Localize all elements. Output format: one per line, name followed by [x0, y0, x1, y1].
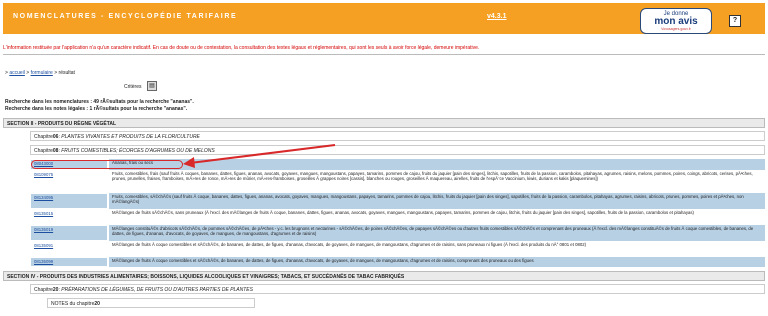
breadcrumb-accueil[interactable]: accueil: [9, 70, 25, 76]
breadcrumb-sep: >: [26, 70, 30, 76]
criteres-label: Critères: [124, 84, 142, 90]
chapter-header[interactable]: Chapitre08: FRUITS COMESTIBLES; ÉCORCES …: [30, 145, 765, 155]
breadcrumb-sep: >: [5, 70, 8, 76]
chapter-notes[interactable]: NOTES du chapitre20: [47, 298, 255, 308]
result-summary-nomenclatures: Recherche dans les nomenclatures : 49 rÃ…: [5, 99, 194, 105]
feedback-source: Voxusagers.gouv.fr: [661, 27, 691, 31]
row-description: MÃ©langes de fruits sÃ©chÃ©s, sans prune…: [108, 209, 765, 225]
app-title: NOMENCLATURES - ENCYCLOPÉDIE TARIFAIRE: [13, 13, 238, 20]
code-link[interactable]: 08109075: [34, 172, 53, 177]
code-link[interactable]: 08134095: [34, 195, 53, 200]
row-description: MÃ©langes de fruits Ã coque comestibles …: [108, 241, 765, 257]
code-link[interactable]: 08043000: [34, 161, 53, 166]
code-link[interactable]: 08135099: [34, 259, 53, 264]
criteria-print-icon[interactable]: ▤: [147, 81, 157, 91]
row-description: Fruits, comestibles, sÃ©chÃ©s (sauf frui…: [108, 193, 765, 209]
feedback-button[interactable]: Je donne mon avis Voxusagers.gouv.fr: [640, 8, 712, 34]
annotation-arrow: [183, 144, 336, 168]
chapter-header[interactable]: Chapitre20: PRÉPARATIONS DE LÉGUMES, DE …: [30, 284, 765, 294]
divider: [3, 54, 765, 55]
breadcrumb: > accueil > formulaire > résultat: [5, 70, 75, 76]
table-row: 08135015 MÃ©langes de fruits sÃ©chÃ©s, s…: [30, 209, 765, 225]
chapter-num: 08: [52, 148, 59, 154]
chapter-num: 20: [52, 287, 59, 293]
table-row: 08135019 MÃ©langes constituÃ©s d'abricot…: [30, 225, 765, 241]
row-description: MÃ©langes de fruits Ã coque comestibles …: [108, 257, 765, 267]
chapter-num: 06: [52, 134, 59, 140]
table-row: 08135099 MÃ©langes de fruits Ã coque com…: [30, 257, 765, 267]
table-row: 08043000 Ananas, frais ou secs: [30, 159, 765, 170]
breadcrumb-resultat: résultat: [58, 70, 75, 76]
breadcrumb-formulaire[interactable]: formulaire: [31, 70, 53, 76]
version-link[interactable]: v4.3.1: [487, 13, 506, 20]
code-link[interactable]: 08135091: [34, 243, 53, 248]
table-row: 08135091 MÃ©langes de fruits Ã coque com…: [30, 241, 765, 257]
table-row: 08134095 Fruits, comestibles, sÃ©chÃ©s (…: [30, 193, 765, 209]
disclaimer: L'information restituée par l'applicatio…: [3, 45, 480, 51]
chapter-header[interactable]: Chapitre06: PLANTES VIVANTES ET PRODUITS…: [30, 131, 765, 141]
section-header[interactable]: SECTION II - PRODUITS DU RÈGNE VÉGÉTAL: [3, 118, 765, 128]
help-icon[interactable]: ?: [729, 15, 741, 27]
row-description: MÃ©langes constituÃ©s d'abricots sÃ©chÃ©…: [108, 225, 765, 241]
chapter-title: PRÉPARATIONS DE LÉGUMES, DE FRUITS OU D'…: [61, 287, 253, 293]
app-header: NOMENCLATURES - ENCYCLOPÉDIE TARIFAIRE v…: [3, 3, 765, 34]
breadcrumb-sep: >: [54, 70, 58, 76]
row-description: Fruits, comestibles, frais (sauf fruits …: [108, 170, 765, 193]
feedback-line2: mon avis: [654, 16, 698, 27]
result-summary-notes: Recherche dans les notes légales : 1 rÃ©…: [5, 106, 188, 112]
section-header[interactable]: SECTION IV - PRODUITS DES INDUSTRIES ALI…: [3, 271, 765, 281]
table-row: 08109075 Fruits, comestibles, frais (sau…: [30, 170, 765, 193]
code-link[interactable]: 08135019: [34, 227, 53, 232]
code-link[interactable]: 08135015: [34, 211, 53, 216]
